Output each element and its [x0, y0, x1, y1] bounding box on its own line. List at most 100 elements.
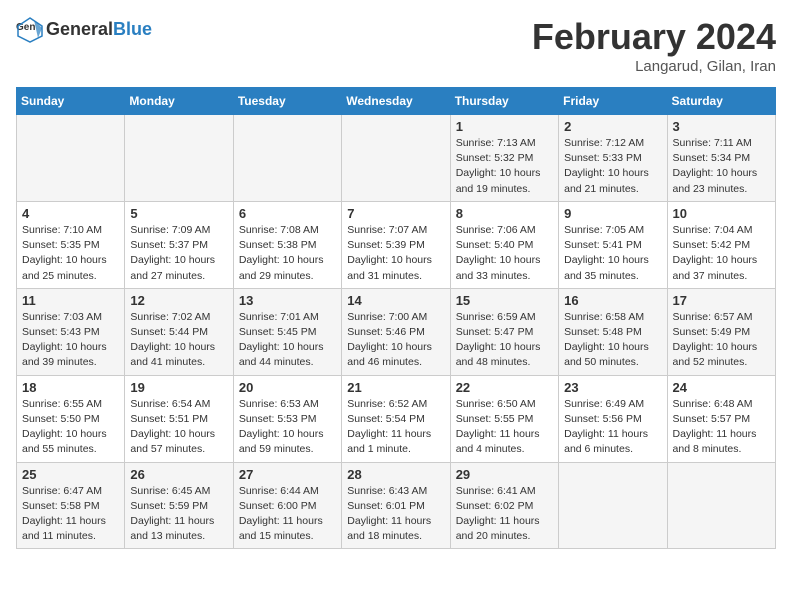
day-info: Sunrise: 7:00 AM Sunset: 5:46 PM Dayligh…: [347, 310, 444, 371]
day-number: 20: [239, 380, 336, 395]
day-info: Sunrise: 7:10 AM Sunset: 5:35 PM Dayligh…: [22, 223, 119, 284]
day-info: Sunrise: 6:47 AM Sunset: 5:58 PM Dayligh…: [22, 484, 119, 545]
weekday-header-thursday: Thursday: [450, 88, 558, 115]
week-row-2: 4 Sunrise: 7:10 AM Sunset: 5:35 PM Daylig…: [17, 201, 776, 288]
calendar-cell: 29 Sunrise: 6:41 AM Sunset: 6:02 PM Dayli…: [450, 462, 558, 549]
calendar-cell: 27 Sunrise: 6:44 AM Sunset: 6:00 PM Dayli…: [233, 462, 341, 549]
calendar-cell: 16 Sunrise: 6:58 AM Sunset: 5:48 PM Dayli…: [559, 288, 667, 375]
day-number: 27: [239, 467, 336, 482]
day-info: Sunrise: 6:44 AM Sunset: 6:00 PM Dayligh…: [239, 484, 336, 545]
day-number: 3: [673, 119, 770, 134]
weekday-header-monday: Monday: [125, 88, 233, 115]
day-info: Sunrise: 7:12 AM Sunset: 5:33 PM Dayligh…: [564, 136, 661, 197]
weekday-header-tuesday: Tuesday: [233, 88, 341, 115]
day-info: Sunrise: 6:41 AM Sunset: 6:02 PM Dayligh…: [456, 484, 553, 545]
calendar-cell: 5Sunrise: 7:09 AM Sunset: 5:37 PM Daylig…: [125, 201, 233, 288]
day-info: Sunrise: 7:04 AM Sunset: 5:42 PM Dayligh…: [673, 223, 770, 284]
day-info: Sunrise: 6:49 AM Sunset: 5:56 PM Dayligh…: [564, 397, 661, 458]
calendar-cell: 1 Sunrise: 7:13 AM Sunset: 5:32 PM Daylig…: [450, 115, 558, 202]
weekday-header-sunday: Sunday: [17, 88, 125, 115]
calendar-cell: 26 Sunrise: 6:45 AM Sunset: 5:59 PM Dayli…: [125, 462, 233, 549]
day-number: 6: [239, 206, 336, 221]
calendar-cell: 7Sunrise: 7:07 AM Sunset: 5:39 PM Daylig…: [342, 201, 450, 288]
week-row-3: 11Sunrise: 7:03 AM Sunset: 5:43 PM Dayli…: [17, 288, 776, 375]
calendar-cell: 2 Sunrise: 7:12 AM Sunset: 5:33 PM Daylig…: [559, 115, 667, 202]
day-info: Sunrise: 7:08 AM Sunset: 5:38 PM Dayligh…: [239, 223, 336, 284]
calendar-cell: 9Sunrise: 7:05 AM Sunset: 5:41 PM Daylig…: [559, 201, 667, 288]
day-info: Sunrise: 6:58 AM Sunset: 5:48 PM Dayligh…: [564, 310, 661, 371]
day-number: 15: [456, 293, 553, 308]
day-info: Sunrise: 7:09 AM Sunset: 5:37 PM Dayligh…: [130, 223, 227, 284]
day-info: Sunrise: 6:53 AM Sunset: 5:53 PM Dayligh…: [239, 397, 336, 458]
day-number: 1: [456, 119, 553, 134]
day-info: Sunrise: 7:06 AM Sunset: 5:40 PM Dayligh…: [456, 223, 553, 284]
day-number: 2: [564, 119, 661, 134]
calendar-cell: 20 Sunrise: 6:53 AM Sunset: 5:53 PM Dayli…: [233, 375, 341, 462]
logo-blue-text: Blue: [113, 19, 152, 39]
day-info: Sunrise: 6:45 AM Sunset: 5:59 PM Dayligh…: [130, 484, 227, 545]
day-info: Sunrise: 6:43 AM Sunset: 6:01 PM Dayligh…: [347, 484, 444, 545]
day-number: 29: [456, 467, 553, 482]
day-info: Sunrise: 6:52 AM Sunset: 5:54 PM Dayligh…: [347, 397, 444, 458]
day-info: Sunrise: 6:55 AM Sunset: 5:50 PM Dayligh…: [22, 397, 119, 458]
day-info: Sunrise: 7:11 AM Sunset: 5:34 PM Dayligh…: [673, 136, 770, 197]
day-number: 12: [130, 293, 227, 308]
calendar-cell: 4 Sunrise: 7:10 AM Sunset: 5:35 PM Daylig…: [17, 201, 125, 288]
day-number: 14: [347, 293, 444, 308]
calendar-table: SundayMondayTuesdayWednesdayThursdayFrid…: [16, 87, 776, 549]
day-number: 10: [673, 206, 770, 221]
day-number: 11: [22, 293, 119, 308]
calendar-cell: [342, 115, 450, 202]
calendar-cell: 10 Sunrise: 7:04 AM Sunset: 5:42 PM Dayli…: [667, 201, 775, 288]
day-number: 17: [673, 293, 770, 308]
calendar-cell: 12 Sunrise: 7:02 AM Sunset: 5:44 PM Dayli…: [125, 288, 233, 375]
calendar-cell: 23 Sunrise: 6:49 AM Sunset: 5:56 PM Dayli…: [559, 375, 667, 462]
page-header: Gen GeneralBlue February 2024 Langarud, …: [16, 16, 776, 75]
day-info: Sunrise: 7:07 AM Sunset: 5:39 PM Dayligh…: [347, 223, 444, 284]
day-number: 26: [130, 467, 227, 482]
calendar-cell: 19Sunrise: 6:54 AM Sunset: 5:51 PM Dayli…: [125, 375, 233, 462]
calendar-cell: 28Sunrise: 6:43 AM Sunset: 6:01 PM Dayli…: [342, 462, 450, 549]
day-number: 4: [22, 206, 119, 221]
logo-icon: Gen: [16, 16, 44, 44]
weekday-header-wednesday: Wednesday: [342, 88, 450, 115]
day-info: Sunrise: 7:01 AM Sunset: 5:45 PM Dayligh…: [239, 310, 336, 371]
day-info: Sunrise: 7:02 AM Sunset: 5:44 PM Dayligh…: [130, 310, 227, 371]
day-info: Sunrise: 7:05 AM Sunset: 5:41 PM Dayligh…: [564, 223, 661, 284]
week-row-5: 25 Sunrise: 6:47 AM Sunset: 5:58 PM Dayli…: [17, 462, 776, 549]
calendar-cell: 14 Sunrise: 7:00 AM Sunset: 5:46 PM Dayli…: [342, 288, 450, 375]
day-number: 22: [456, 380, 553, 395]
logo: Gen GeneralBlue: [16, 16, 152, 44]
calendar-cell: [233, 115, 341, 202]
day-info: Sunrise: 6:50 AM Sunset: 5:55 PM Dayligh…: [456, 397, 553, 458]
calendar-cell: 24Sunrise: 6:48 AM Sunset: 5:57 PM Dayli…: [667, 375, 775, 462]
calendar-cell: 3 Sunrise: 7:11 AM Sunset: 5:34 PM Daylig…: [667, 115, 775, 202]
day-number: 18: [22, 380, 119, 395]
weekday-header-friday: Friday: [559, 88, 667, 115]
day-number: 24: [673, 380, 770, 395]
month-title: February 2024: [532, 16, 776, 58]
week-row-1: 1 Sunrise: 7:13 AM Sunset: 5:32 PM Daylig…: [17, 115, 776, 202]
calendar-cell: 22 Sunrise: 6:50 AM Sunset: 5:55 PM Dayli…: [450, 375, 558, 462]
title-block: February 2024 Langarud, Gilan, Iran: [532, 16, 776, 75]
weekday-header-saturday: Saturday: [667, 88, 775, 115]
logo-general-text: General: [46, 19, 113, 39]
day-number: 25: [22, 467, 119, 482]
week-row-4: 18 Sunrise: 6:55 AM Sunset: 5:50 PM Dayli…: [17, 375, 776, 462]
calendar-cell: [667, 462, 775, 549]
calendar-cell: [559, 462, 667, 549]
day-number: 13: [239, 293, 336, 308]
day-number: 23: [564, 380, 661, 395]
day-info: Sunrise: 7:13 AM Sunset: 5:32 PM Dayligh…: [456, 136, 553, 197]
day-number: 21: [347, 380, 444, 395]
calendar-cell: 6 Sunrise: 7:08 AM Sunset: 5:38 PM Daylig…: [233, 201, 341, 288]
calendar-cell: [17, 115, 125, 202]
calendar-cell: 15Sunrise: 6:59 AM Sunset: 5:47 PM Dayli…: [450, 288, 558, 375]
calendar-cell: 11Sunrise: 7:03 AM Sunset: 5:43 PM Dayli…: [17, 288, 125, 375]
svg-text:Gen: Gen: [16, 22, 35, 33]
calendar-cell: [125, 115, 233, 202]
calendar-cell: 18 Sunrise: 6:55 AM Sunset: 5:50 PM Dayli…: [17, 375, 125, 462]
location-subtitle: Langarud, Gilan, Iran: [532, 58, 776, 75]
day-number: 16: [564, 293, 661, 308]
day-number: 8: [456, 206, 553, 221]
